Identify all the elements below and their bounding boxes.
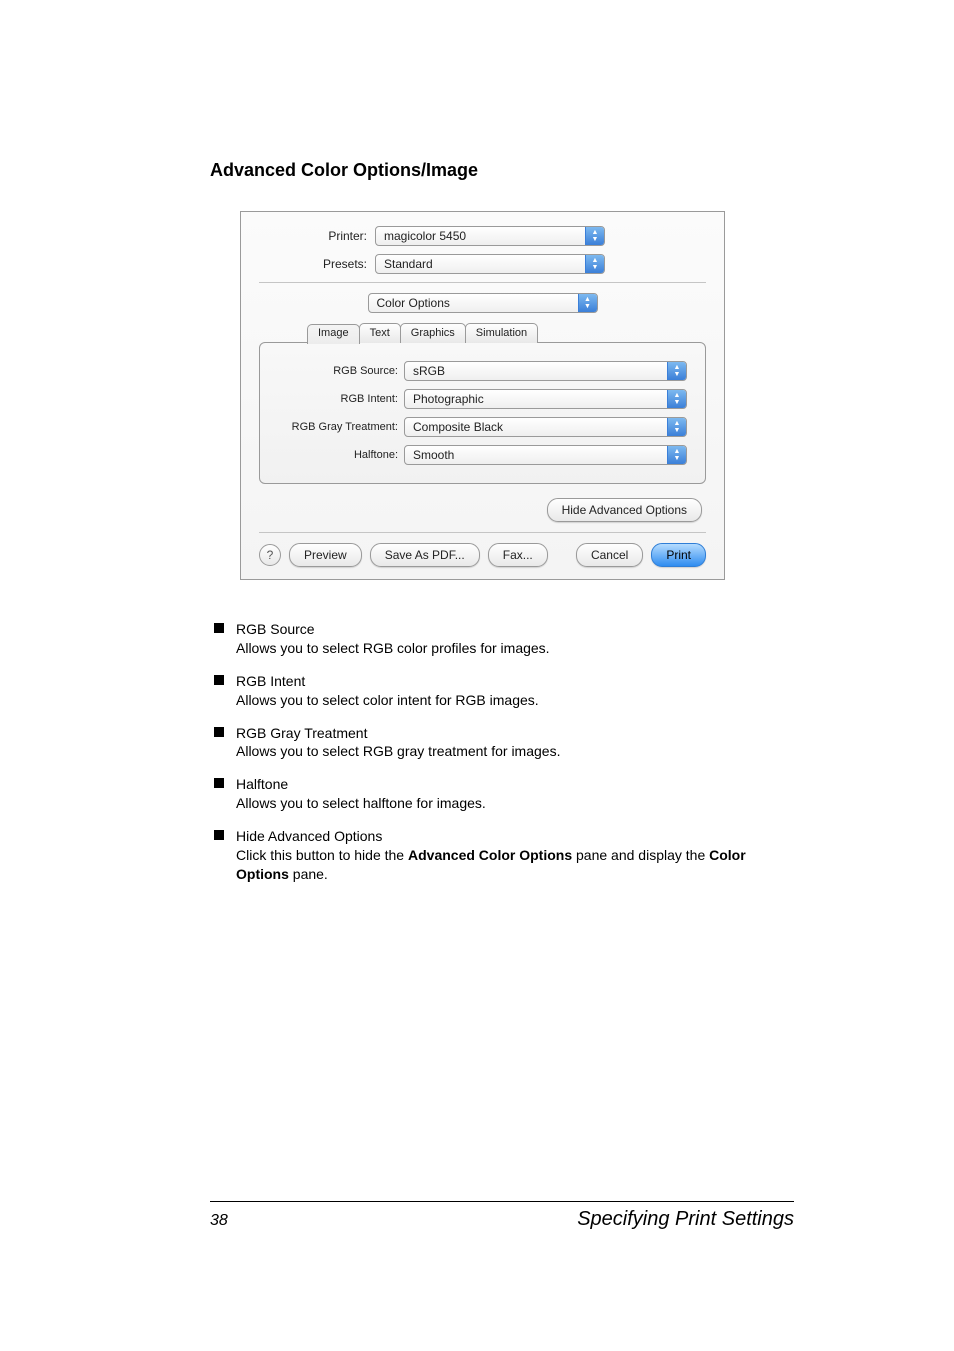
print-dialog: Printer: magicolor 5450 ▲▼ Presets: Stan… — [240, 211, 725, 580]
halftone-value: Smooth — [413, 448, 686, 462]
item-desc: Click this button to hide the Advanced C… — [236, 846, 794, 884]
footer-title: Specifying Print Settings — [577, 1208, 794, 1231]
save-as-pdf-button[interactable]: Save As PDF... — [370, 543, 480, 567]
pane-select[interactable]: Color Options ▲▼ — [368, 293, 598, 313]
print-button[interactable]: Print — [651, 543, 706, 567]
hide-advanced-button[interactable]: Hide Advanced Options — [547, 498, 702, 522]
tab-image[interactable]: Image — [307, 324, 360, 344]
separator — [259, 532, 706, 533]
list-item: Hide Advanced Options Click this button … — [210, 827, 794, 884]
printer-select[interactable]: magicolor 5450 ▲▼ — [375, 226, 605, 246]
presets-row: Presets: Standard ▲▼ — [259, 254, 706, 274]
halftone-select[interactable]: Smooth ▲▼ — [404, 445, 687, 465]
rgb-source-value: sRGB — [413, 364, 686, 378]
color-options-tabs: Image Text Graphics Simulation RGB Sourc… — [259, 323, 706, 484]
rgb-source-select[interactable]: sRGB ▲▼ — [404, 361, 687, 381]
item-title: RGB Source — [236, 620, 794, 639]
page-footer: 38 Specifying Print Settings — [210, 1201, 794, 1231]
stepper-arrows-icon: ▲▼ — [585, 255, 604, 273]
item-title: Halftone — [236, 775, 794, 794]
presets-label: Presets: — [259, 257, 375, 271]
list-item: RGB Gray Treatment Allows you to select … — [210, 724, 794, 762]
stepper-arrows-icon: ▲▼ — [667, 362, 686, 380]
item-title: RGB Intent — [236, 672, 794, 691]
pane-value: Color Options — [377, 296, 597, 310]
txt-bold: Advanced Color Options — [408, 847, 572, 863]
item-desc: Allows you to select RGB gray treatment … — [236, 742, 794, 761]
section-heading: Advanced Color Options/Image — [210, 160, 794, 181]
fax-button[interactable]: Fax... — [488, 543, 548, 567]
rgb-gray-select[interactable]: Composite Black ▲▼ — [404, 417, 687, 437]
page-number: 38 — [210, 1212, 228, 1230]
txt: Click this button to hide the — [236, 847, 408, 863]
stepper-arrows-icon: ▲▼ — [667, 418, 686, 436]
rgb-intent-value: Photographic — [413, 392, 686, 406]
rgb-gray-value: Composite Black — [413, 420, 686, 434]
item-title: Hide Advanced Options — [236, 827, 794, 846]
help-button[interactable]: ? — [259, 544, 281, 566]
rgb-intent-select[interactable]: Photographic ▲▼ — [404, 389, 687, 409]
item-desc: Allows you to select color intent for RG… — [236, 691, 794, 710]
tab-frame: RGB Source: sRGB ▲▼ RGB Intent: Photogra… — [259, 342, 706, 484]
rgb-gray-label: RGB Gray Treatment: — [278, 421, 404, 433]
separator — [259, 282, 706, 283]
preview-button[interactable]: Preview — [289, 543, 362, 567]
stepper-arrows-icon: ▲▼ — [667, 390, 686, 408]
stepper-arrows-icon: ▲▼ — [667, 446, 686, 464]
printer-value: magicolor 5450 — [384, 229, 604, 243]
list-item: RGB Intent Allows you to select color in… — [210, 672, 794, 710]
list-item: RGB Source Allows you to select RGB colo… — [210, 620, 794, 658]
printer-label: Printer: — [259, 229, 375, 243]
rgb-intent-label: RGB Intent: — [278, 393, 404, 405]
item-desc: Allows you to select halftone for images… — [236, 794, 794, 813]
tab-text[interactable]: Text — [359, 323, 401, 343]
txt: pane. — [289, 866, 328, 882]
stepper-arrows-icon: ▲▼ — [578, 294, 597, 312]
stepper-arrows-icon: ▲▼ — [585, 227, 604, 245]
rgb-source-label: RGB Source: — [278, 365, 404, 377]
presets-value: Standard — [384, 257, 604, 271]
halftone-label: Halftone: — [278, 449, 404, 461]
printer-row: Printer: magicolor 5450 ▲▼ — [259, 226, 706, 246]
item-title: RGB Gray Treatment — [236, 724, 794, 743]
cancel-button[interactable]: Cancel — [576, 543, 643, 567]
tab-simulation[interactable]: Simulation — [465, 323, 538, 343]
presets-select[interactable]: Standard ▲▼ — [375, 254, 605, 274]
list-item: Halftone Allows you to select halftone f… — [210, 775, 794, 813]
footer-rule — [210, 1201, 794, 1202]
tab-graphics[interactable]: Graphics — [400, 323, 466, 343]
item-desc: Allows you to select RGB color profiles … — [236, 639, 794, 658]
txt: pane and display the — [572, 847, 709, 863]
